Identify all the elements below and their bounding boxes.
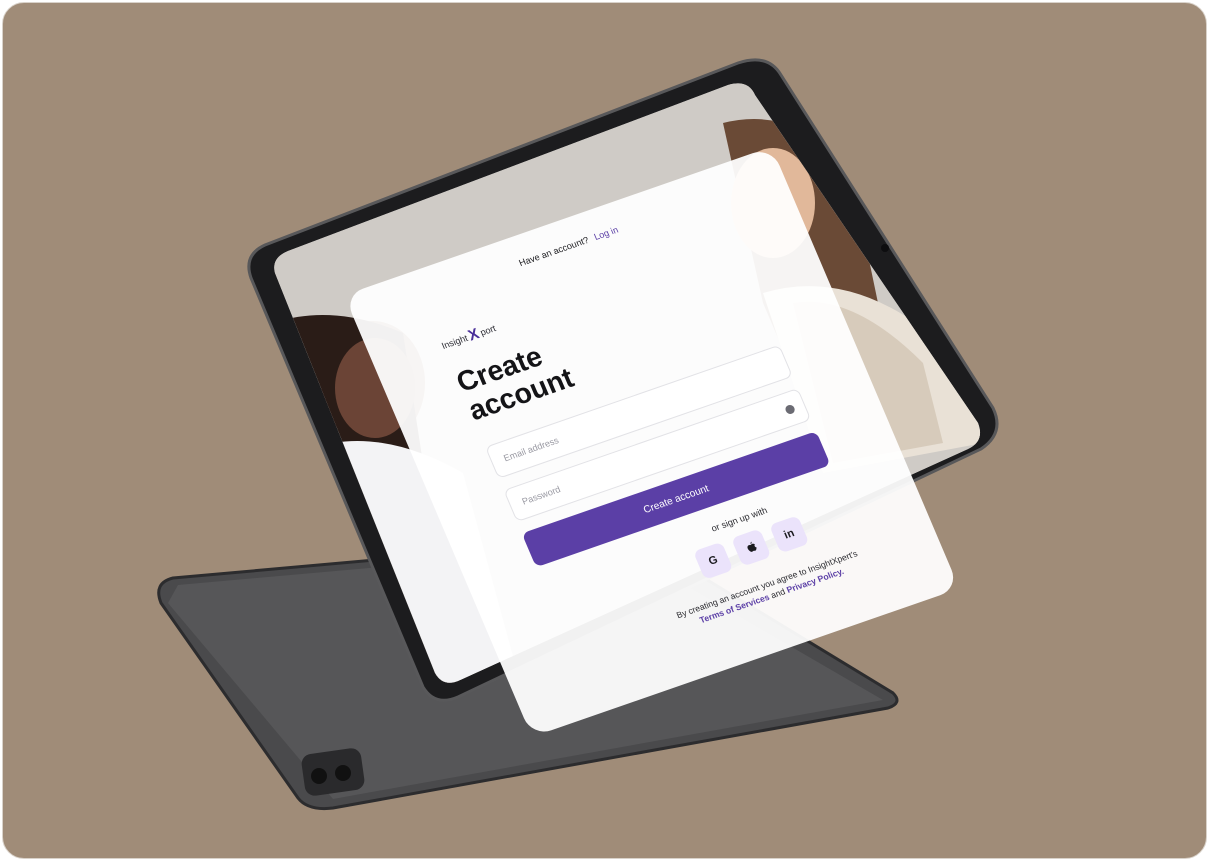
login-link[interactable]: Log in (592, 225, 619, 242)
apple-glyph (747, 541, 757, 553)
signup-card: Have an account? Log in Insight X port C… (344, 146, 960, 737)
terms-and: and (769, 586, 787, 601)
google-icon[interactable]: G (693, 541, 734, 580)
mockup-background: Have an account? Log in Insight X port C… (2, 2, 1207, 859)
apple-icon[interactable] (731, 528, 772, 567)
linkedin-icon[interactable]: in (769, 515, 810, 554)
logo-right-text: port (478, 322, 498, 338)
brand-logo: Insight X port (439, 319, 499, 353)
have-account-text: Have an account? (517, 234, 591, 269)
logo-left-text: Insight (439, 332, 470, 351)
have-account-line: Have an account? Log in (353, 167, 785, 325)
